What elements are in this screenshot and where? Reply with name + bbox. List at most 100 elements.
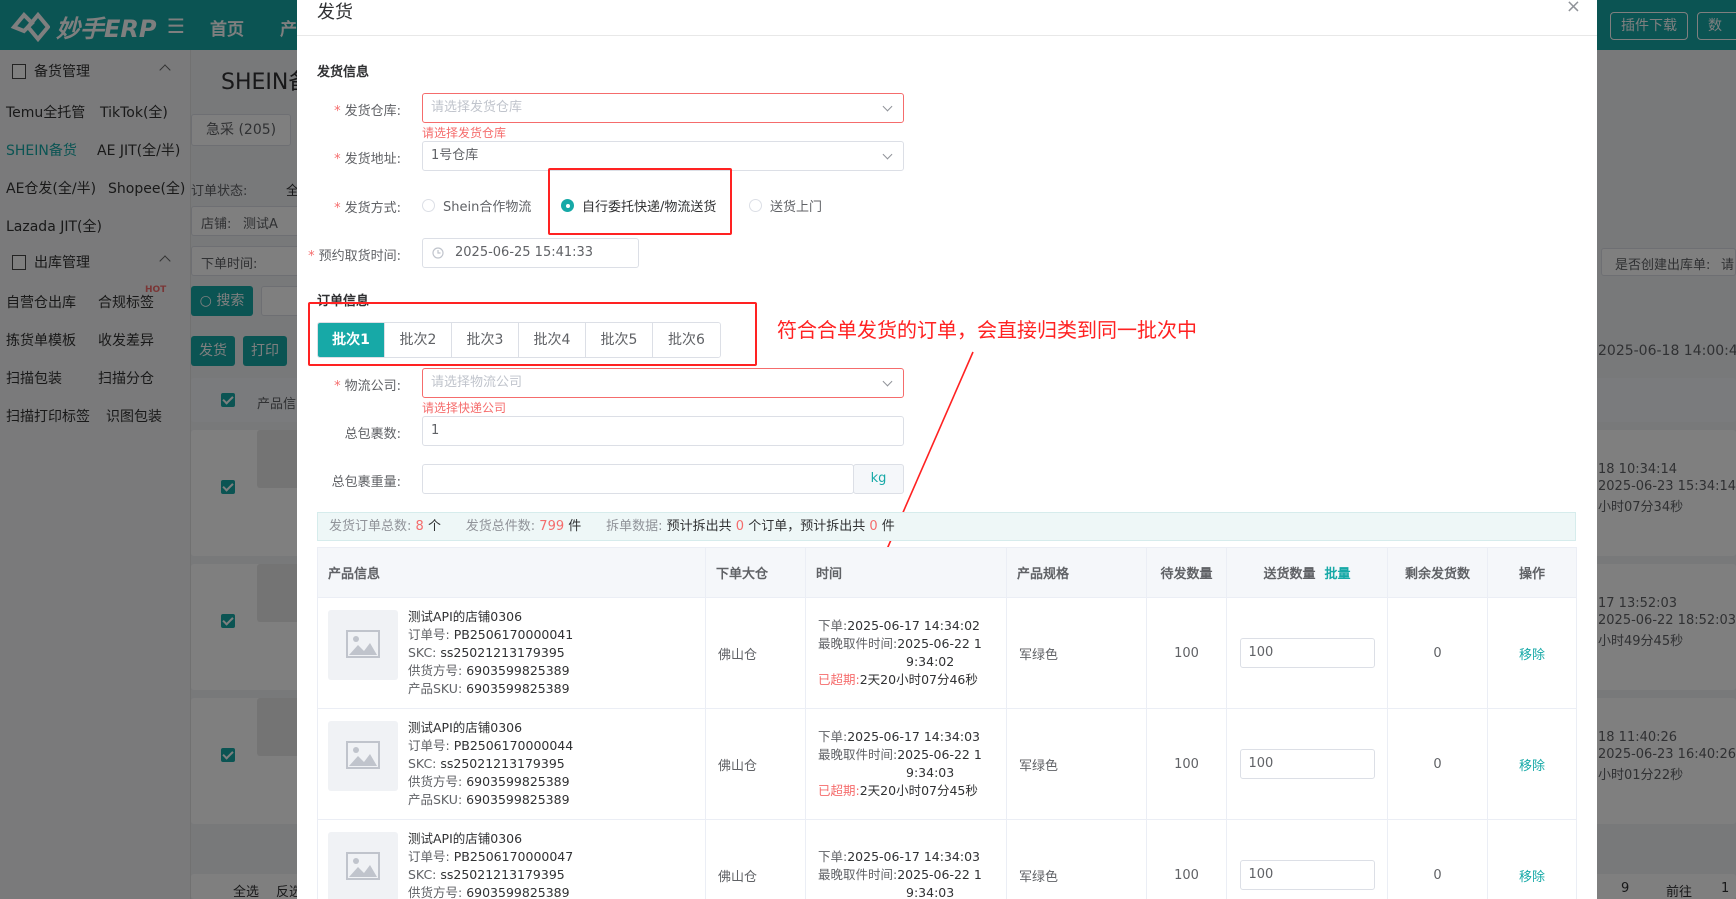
ship-qty-input[interactable]: 100 xyxy=(1239,860,1375,890)
shop-name: 测试API的店铺0306 xyxy=(408,831,523,846)
pickup-time-input[interactable]: 2025-06-25 15:41:33 xyxy=(422,238,639,268)
ship-qty-input[interactable]: 100 xyxy=(1239,638,1375,668)
close-icon[interactable]: × xyxy=(1566,0,1581,17)
order-no: PB2506170000047 xyxy=(453,849,574,864)
image-placeholder-icon xyxy=(346,741,380,769)
qty-cell: 100 xyxy=(1226,819,1388,899)
remove-link[interactable]: 移除 xyxy=(1519,870,1545,885)
ordered-label: 下单: xyxy=(818,618,848,633)
overdue-label: 已超期: xyxy=(818,672,860,687)
logistics-select[interactable]: 请选择物流公司 xyxy=(422,368,904,398)
product-cell: 测试API的店铺0306 订单号: PB2506170000044 SKC: s… xyxy=(317,708,706,820)
overdue-label: 已超期: xyxy=(818,783,860,798)
supplier-no-label: 供货方号: xyxy=(408,774,463,789)
spec-cell: 军绿色 xyxy=(1006,708,1147,820)
col-header: 时间 xyxy=(805,547,1007,598)
packages-value: 1 xyxy=(431,423,440,438)
logistics-placeholder: 请选择物流公司 xyxy=(431,375,523,390)
product-cell: 测试API的店铺0306 订单号: PB2506170000041 SKC: s… xyxy=(317,597,706,709)
warehouse-label-text: 发货仓库: xyxy=(344,104,401,119)
latest-pickup-time-cont: 9:34:03 xyxy=(906,885,955,899)
ordered-time: 2025-06-17 14:34:03 xyxy=(847,729,980,744)
clock-icon xyxy=(432,247,444,259)
product-info: 测试API的店铺0306 订单号: PB2506170000047 SKC: s… xyxy=(318,830,705,899)
method-label-text: 发货方式: xyxy=(344,201,401,216)
supplier-no: 6903599825389 xyxy=(466,774,570,789)
remove-link[interactable]: 移除 xyxy=(1519,759,1545,774)
warehouse-cell: 佛山仓 xyxy=(705,597,806,709)
summary-orders-unit: 个 xyxy=(427,519,441,534)
ship-dialog: 发货 × 发货信息 * 发货仓库: 请选择发货仓库 请选择发货仓库 * 发货地址: … xyxy=(297,0,1597,899)
radio-dot xyxy=(749,199,762,212)
skc-label: SKC: xyxy=(408,867,437,882)
latest-pickup-label: 最晚取件时间: xyxy=(818,636,898,651)
weight-input[interactable] xyxy=(422,464,854,494)
warehouse-label: * 发货仓库: xyxy=(334,104,401,119)
chevron-down-icon xyxy=(882,101,893,112)
address-select[interactable]: 1号仓库 xyxy=(422,141,904,171)
overdue-value: 2天20小时07分46秒 xyxy=(859,672,978,687)
ship-qty-input[interactable]: 100 xyxy=(1239,749,1375,779)
logistics-label-text: 物流公司: xyxy=(344,379,401,394)
product-cell: 测试API的店铺0306 订单号: PB2506170000047 SKC: s… xyxy=(317,819,706,899)
warehouse-placeholder: 请选择发货仓库 xyxy=(431,100,523,115)
pickup-time-value: 2025-06-25 15:41:33 xyxy=(455,245,594,260)
remove-link[interactable]: 移除 xyxy=(1519,648,1545,663)
image-placeholder-icon xyxy=(346,630,380,658)
product-sku-label: 产品SKU: xyxy=(408,681,463,696)
packages-input[interactable]: 1 xyxy=(422,416,904,446)
weight-label: 总包裹重量: xyxy=(331,475,401,490)
time-cell: 下单:2025-06-17 14:34:03 最晚取件时间:2025-06-22… xyxy=(805,708,1007,820)
qty-cell: 100 xyxy=(1226,597,1388,709)
remain-cell: 0 xyxy=(1387,597,1488,709)
col-header: 产品规格 xyxy=(1006,547,1147,598)
table-row: 测试API的店铺0306 订单号: PB2506170000041 SKC: s… xyxy=(317,597,1577,709)
supplier-no: 6903599825389 xyxy=(466,885,570,899)
pending-cell: 100 xyxy=(1146,708,1227,820)
action-cell: 移除 xyxy=(1487,597,1577,709)
address-label: * 发货地址: xyxy=(334,152,401,167)
batch-qty-link[interactable]: 批量 xyxy=(1325,567,1351,582)
ship-summary: 发货订单总数: 8 个 发货总件数: 799 件 拆单数据: 预计拆出共 0 个… xyxy=(317,512,1576,541)
table-row: 测试API的店铺0306 订单号: PB2506170000044 SKC: s… xyxy=(317,708,1577,820)
skc: ss25021213179395 xyxy=(440,645,565,660)
latest-pickup-time: 2025-06-22 1 xyxy=(897,636,982,651)
action-cell: 移除 xyxy=(1487,819,1577,899)
ordered-time: 2025-06-17 14:34:03 xyxy=(847,849,980,864)
summary-items-unit: 件 xyxy=(568,519,582,534)
summary-items-label: 发货总件数: xyxy=(465,519,536,534)
warehouse-select[interactable]: 请选择发货仓库 xyxy=(422,93,904,123)
latest-pickup-time: 2025-06-22 1 xyxy=(897,867,982,882)
latest-pickup-time: 2025-06-22 1 xyxy=(897,747,982,762)
skc-label: SKC: xyxy=(408,756,437,771)
summary-orders-value: 8 xyxy=(415,519,424,534)
product-text: 测试API的店铺0306 订单号: PB2506170000044 SKC: s… xyxy=(408,719,573,809)
time-info: 下单:2025-06-17 14:34:03 最晚取件时间:2025-06-22… xyxy=(806,848,1006,899)
ordered-label: 下单: xyxy=(818,729,848,744)
summary-split-suffix: 件 xyxy=(881,519,895,534)
remain-cell: 0 xyxy=(1387,819,1488,899)
col-header: 下单大仓 xyxy=(705,547,806,598)
col-header: 操作 xyxy=(1487,547,1577,598)
order-no-label: 订单号: xyxy=(408,849,450,864)
summary-split-label: 拆单数据: xyxy=(606,519,663,534)
product-text: 测试API的店铺0306 订单号: PB2506170000041 SKC: s… xyxy=(408,608,573,698)
time-info: 下单:2025-06-17 14:34:02 最晚取件时间:2025-06-22… xyxy=(806,617,1006,689)
skc: ss25021213179395 xyxy=(440,867,565,882)
skc-label: SKC: xyxy=(408,645,437,660)
method-radio-door[interactable]: 送货上门 xyxy=(749,196,822,215)
method-radio-shein[interactable]: Shein合作物流 xyxy=(422,196,531,215)
product-sku-label: 产品SKU: xyxy=(408,792,463,807)
product-sku: 6903599825389 xyxy=(466,681,570,696)
summary-split-items: 0 xyxy=(869,519,878,534)
product-sku: 6903599825389 xyxy=(466,792,570,807)
order-no-label: 订单号: xyxy=(408,627,450,642)
pending-cell: 100 xyxy=(1146,819,1227,899)
address-label-text: 发货地址: xyxy=(344,152,401,167)
action-cell: 移除 xyxy=(1487,708,1577,820)
order-no: PB2506170000041 xyxy=(453,627,574,642)
latest-pickup-time-cont: 9:34:03 xyxy=(906,765,955,780)
supplier-no: 6903599825389 xyxy=(466,663,570,678)
product-image xyxy=(328,832,398,899)
summary-items-value: 799 xyxy=(539,519,565,534)
